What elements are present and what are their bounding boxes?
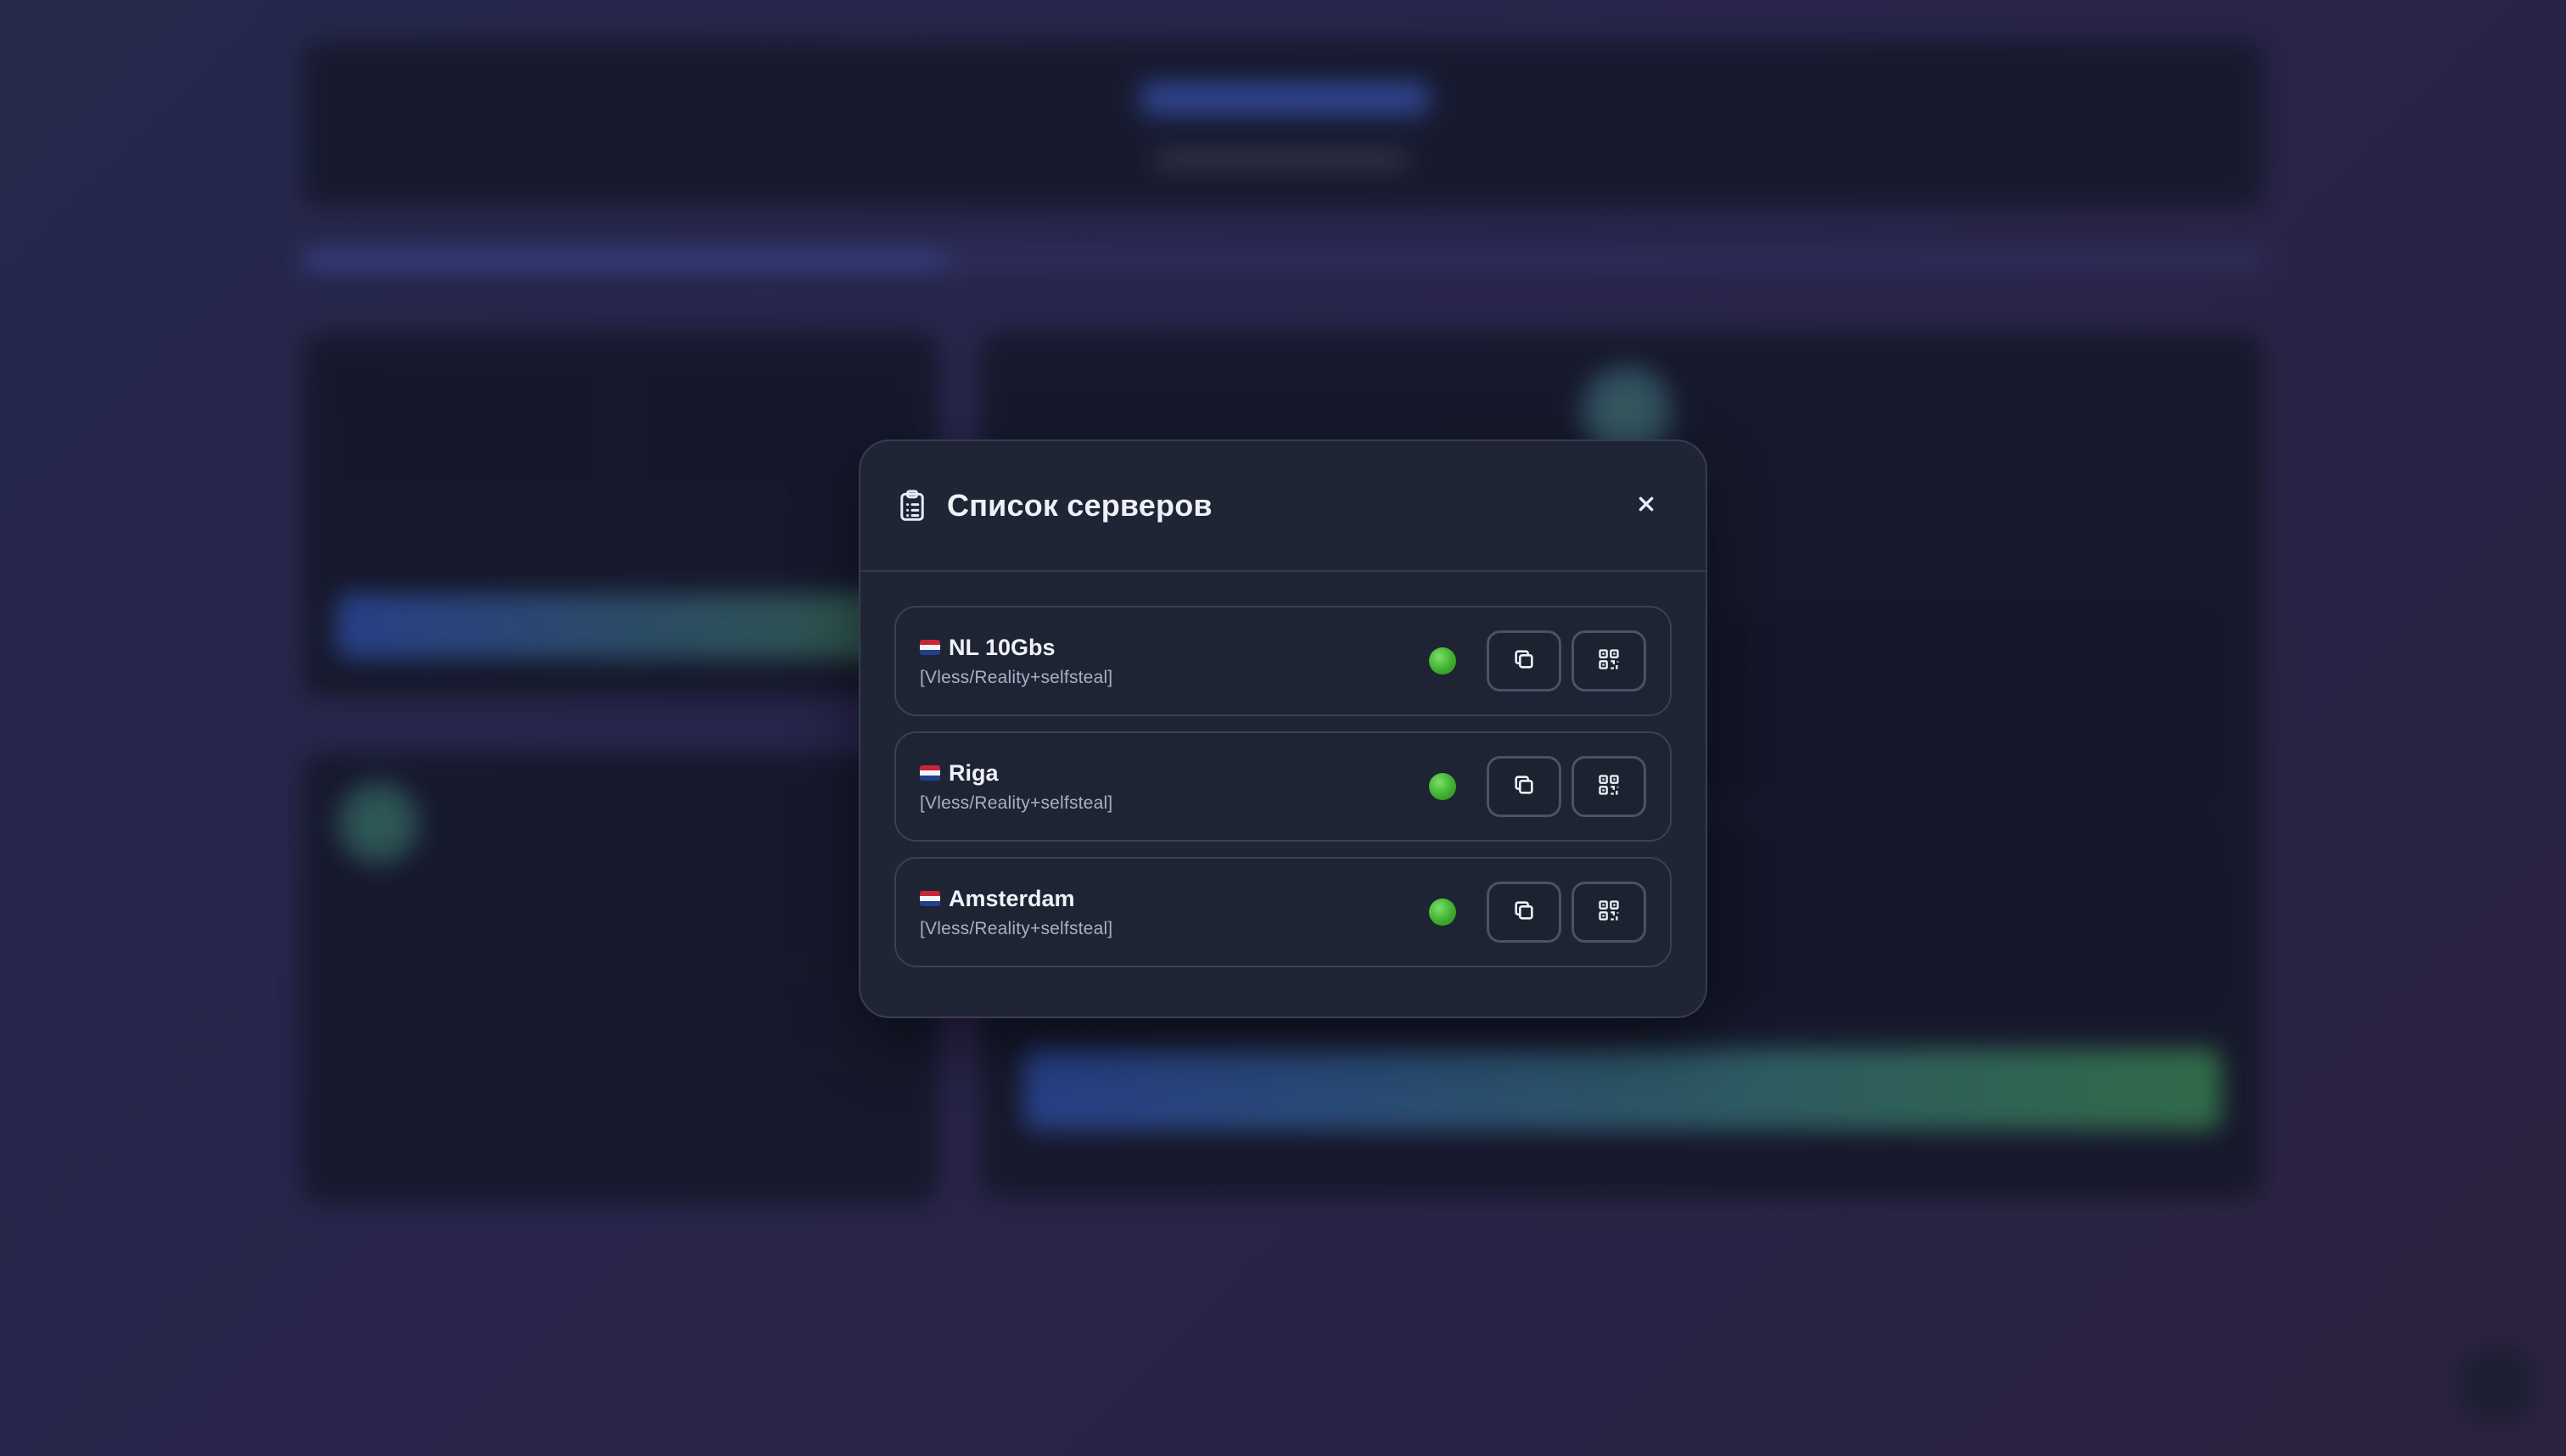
server-name-line: NL 10Gbs xyxy=(920,635,1429,661)
server-info: Riga [Vless/Reality+selfsteal] xyxy=(920,760,1429,814)
server-name: Riga xyxy=(949,759,999,786)
server-info: Amsterdam [Vless/Reality+selfsteal] xyxy=(920,886,1429,939)
copy-icon xyxy=(1512,647,1536,675)
copy-button[interactable] xyxy=(1487,756,1561,817)
qr-code-button[interactable] xyxy=(1572,756,1646,817)
status-online-dot-icon xyxy=(1429,647,1456,675)
copy-icon xyxy=(1512,899,1536,927)
qr-code-icon xyxy=(1597,773,1621,801)
server-name-line: Riga xyxy=(920,760,1429,787)
netherlands-flag-icon xyxy=(920,640,940,655)
server-protocol: [Vless/Reality+selfsteal] xyxy=(920,918,1113,938)
copy-button[interactable] xyxy=(1487,630,1561,692)
copy-icon xyxy=(1512,773,1536,801)
qr-code-button[interactable] xyxy=(1572,882,1646,943)
qr-code-icon xyxy=(1597,647,1621,675)
server-row: NL 10Gbs [Vless/Reality+selfsteal] xyxy=(894,606,1672,716)
netherlands-flag-icon xyxy=(920,891,940,906)
qr-code-button[interactable] xyxy=(1572,630,1646,692)
status-online-dot-icon xyxy=(1429,773,1456,800)
close-icon xyxy=(1637,495,1656,518)
clipboard-list-icon xyxy=(898,490,927,522)
qr-code-icon xyxy=(1597,899,1621,927)
server-list: NL 10Gbs [Vless/Reality+selfsteal] Riga … xyxy=(860,572,1706,967)
server-name-line: Amsterdam xyxy=(920,886,1429,912)
server-protocol: [Vless/Reality+selfsteal] xyxy=(920,667,1113,687)
server-list-modal: Список серверов NL 10Gbs [Vless/Reality+… xyxy=(859,440,1707,1018)
modal-title: Список серверов xyxy=(947,488,1213,523)
server-info: NL 10Gbs [Vless/Reality+selfsteal] xyxy=(920,635,1429,688)
server-protocol: [Vless/Reality+selfsteal] xyxy=(920,792,1113,813)
netherlands-flag-icon xyxy=(920,765,940,781)
modal-header: Список серверов xyxy=(860,441,1706,572)
server-row: Amsterdam [Vless/Reality+selfsteal] xyxy=(894,857,1672,967)
server-row: Riga [Vless/Reality+selfsteal] xyxy=(894,731,1672,842)
status-online-dot-icon xyxy=(1429,899,1456,926)
copy-button[interactable] xyxy=(1487,882,1561,943)
server-name: Amsterdam xyxy=(949,885,1075,911)
close-button[interactable] xyxy=(1622,482,1670,529)
server-name: NL 10Gbs xyxy=(949,634,1056,660)
